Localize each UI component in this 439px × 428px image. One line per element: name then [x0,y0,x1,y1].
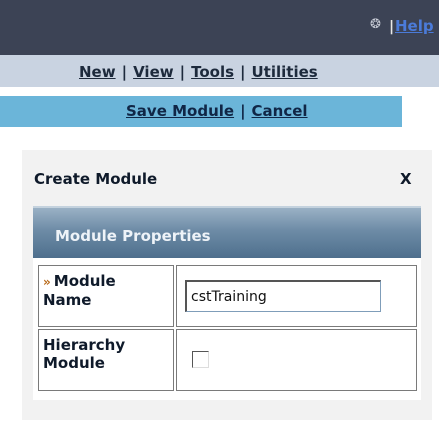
top-header-bar: ❂ | Help [0,0,439,55]
menu-item-tools[interactable]: Tools [191,63,234,81]
properties-table: »Module Name Hierarchy Module [36,263,419,393]
module-name-label-cell: » Module Name [38,265,174,327]
header-separator: | [389,19,395,35]
module-name-input[interactable] [185,280,381,312]
hierarchy-module-value-cell [176,329,417,391]
action-separator: | [240,102,246,120]
module-properties-section: Module Properties »Module Name Hierarchy… [33,206,421,400]
loading-indicator-icon: ❂ [370,17,381,32]
section-title: Module Properties [55,227,211,245]
menu-separator: | [121,63,128,81]
module-name-value-cell [176,265,417,327]
module-actions: Save Module | Cancel [126,102,308,120]
close-button[interactable]: X [400,170,412,188]
main-menu: New | View | Tools | Utilities [79,63,318,81]
create-module-panel: Create Module X Module Properties » Modul… [22,150,432,420]
cancel-link[interactable]: Cancel [252,102,308,120]
table-row: Hierarchy Module [38,329,417,391]
menu-item-view[interactable]: View [133,63,174,81]
section-header: Module Properties [33,206,421,258]
menu-item-new[interactable]: New [79,63,116,81]
menu-separator: | [179,63,186,81]
module-name-label: Module Name [43,272,116,309]
help-link[interactable]: Help [395,18,434,34]
required-marker-icon: » [43,275,51,289]
table-row: » Module Name [38,265,417,327]
hierarchy-module-label-cell: Hierarchy Module [38,329,174,391]
menu-item-utilities[interactable]: Utilities [252,63,318,81]
menu-separator: | [240,63,246,81]
action-bar: Save Module | Cancel [0,96,402,127]
menu-bar: New | View | Tools | Utilities [0,55,439,87]
panel-title: Create Module [34,170,158,188]
save-module-link[interactable]: Save Module [126,102,234,120]
hierarchy-module-checkbox[interactable] [192,351,209,368]
hierarchy-module-label: Hierarchy Module [43,336,126,372]
